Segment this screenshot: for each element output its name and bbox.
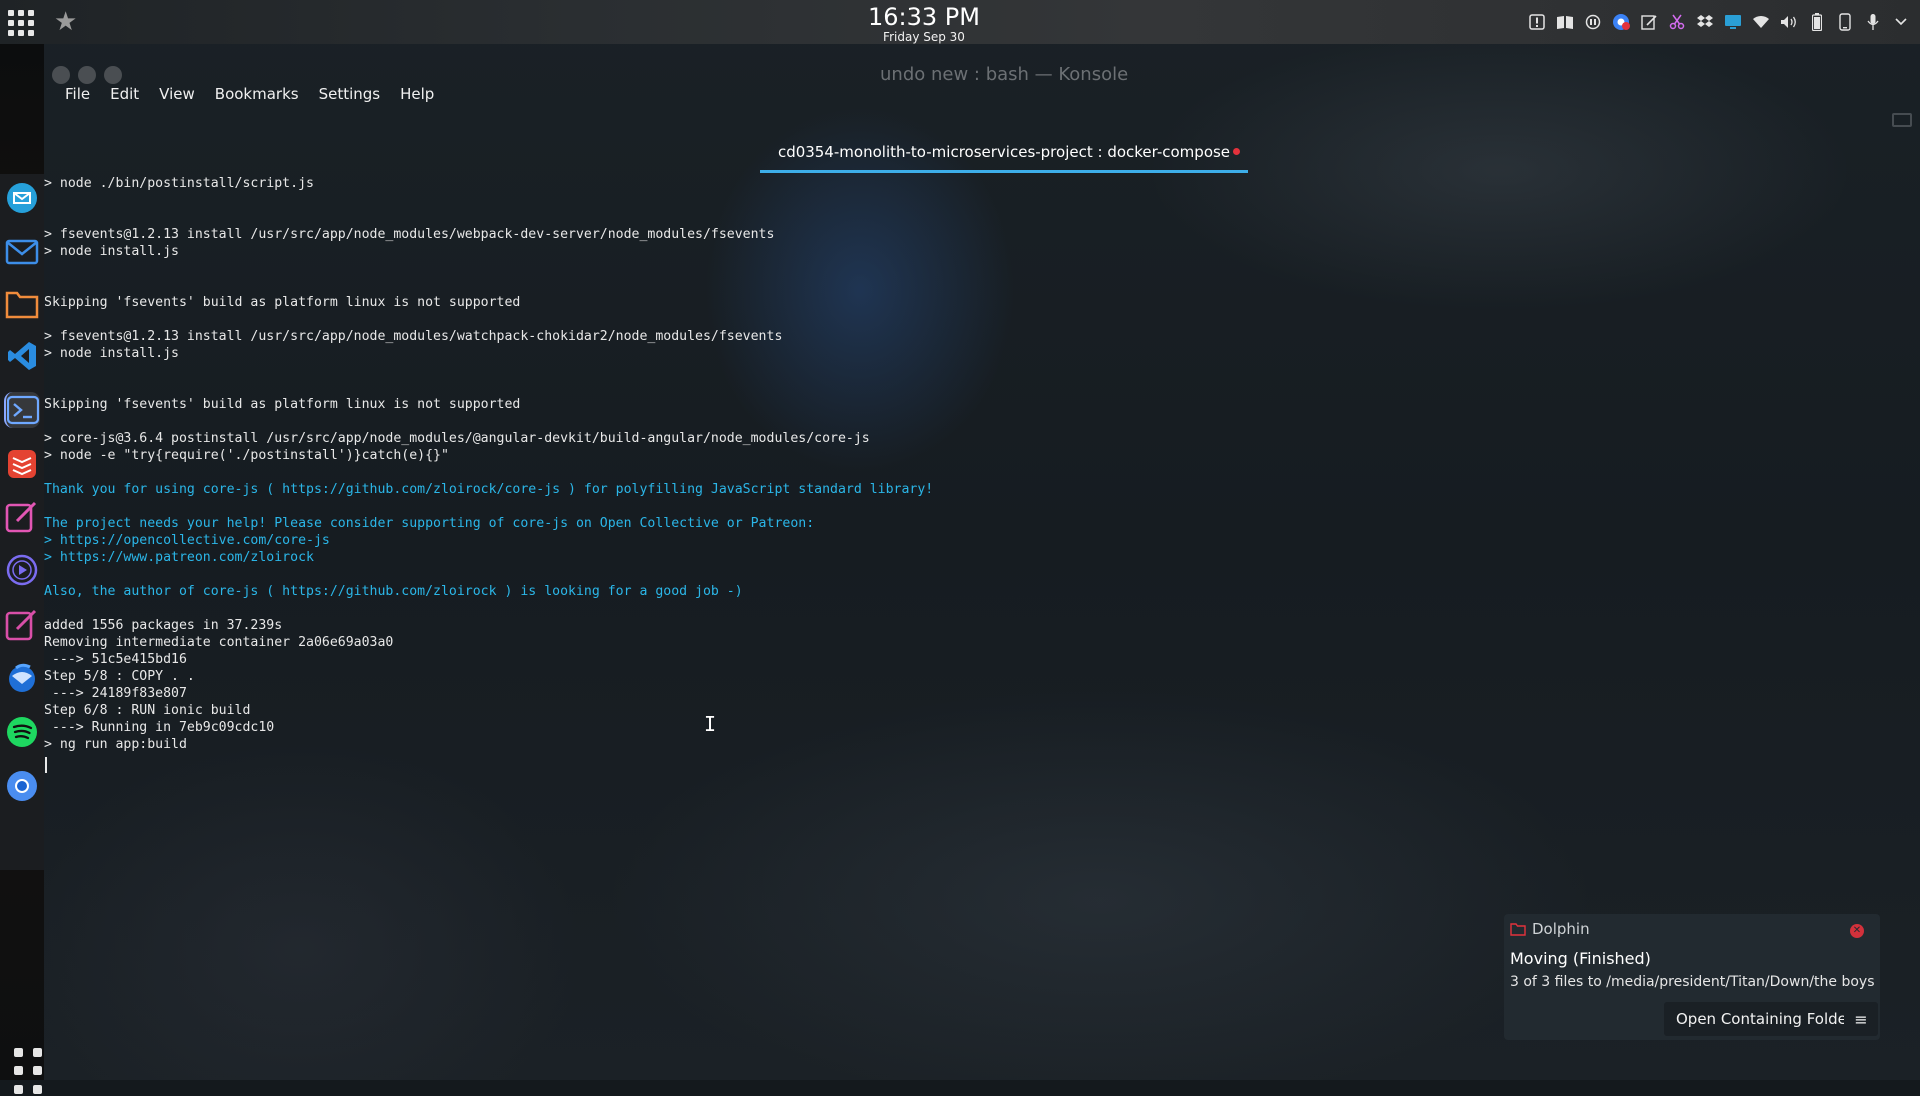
app-dock [0, 44, 44, 1094]
thunderbird-icon[interactable] [4, 660, 40, 696]
todoist-icon[interactable] [4, 446, 40, 482]
mail-client-icon[interactable] [4, 180, 40, 216]
mail-icon[interactable] [4, 234, 40, 270]
terminal-line: > core-js@3.6.4 postinstall /usr/src/app… [44, 431, 870, 446]
favorites-star-icon[interactable]: ★ [54, 8, 77, 36]
scissors-icon[interactable] [1667, 13, 1686, 32]
notification-title: Moving (Finished) [1510, 949, 1651, 968]
chromium-icon[interactable] [4, 768, 40, 804]
app-launcher-icon[interactable] [6, 8, 36, 38]
terminal-line: Removing intermediate container 2a06e69a… [44, 635, 394, 650]
hamburger-menu-icon[interactable]: ≡ [1844, 1002, 1878, 1036]
activity-indicator-icon [1233, 148, 1240, 155]
spotify-icon[interactable] [4, 714, 40, 750]
terminal-line: > https://opencollective.com/core-js [44, 533, 330, 548]
open-containing-folder-button[interactable]: Open Containing Folder [1664, 1002, 1866, 1036]
notes-icon[interactable] [1639, 13, 1658, 32]
files-icon[interactable] [4, 286, 40, 322]
terminal-line: Step 6/8 : RUN ionic build [44, 703, 251, 718]
terminal-line: ---> Running in 7eb9c09cdc10 [44, 720, 275, 735]
tab-bar: cd0354-monolith-to-microservices-project… [44, 99, 1920, 177]
battery-icon[interactable] [1807, 13, 1826, 32]
terminal-line: > https://www.patreon.com/zloirock [44, 550, 314, 565]
terminal-cursor [45, 757, 47, 773]
terminal-line: > node -e "try{require('./postinstall')}… [44, 448, 449, 463]
terminal-line: Skipping 'fsevents' build as platform li… [44, 397, 521, 412]
book-icon[interactable] [1555, 13, 1574, 32]
terminal-icon[interactable] [4, 392, 40, 428]
draw-icon[interactable] [4, 606, 40, 642]
terminal-line: Also, the author of core-js ( https://gi… [44, 584, 743, 599]
top-panel: ★ 16:33 PM Friday Sep 30 [0, 0, 1920, 44]
tab-docker-compose[interactable]: cd0354-monolith-to-microservices-project… [760, 137, 1248, 173]
notification-app-name: Dolphin [1532, 920, 1590, 938]
alert-icon[interactable] [1527, 13, 1546, 32]
volume-icon[interactable] [1779, 13, 1798, 32]
clock-date: Friday Sep 30 [883, 30, 965, 44]
dolphin-notification[interactable]: Dolphin ✕ Moving (Finished) 3 of 3 files… [1504, 914, 1880, 1040]
notification-app: Dolphin [1510, 920, 1590, 938]
folder-icon [1510, 923, 1526, 936]
mouse-ibeam-cursor-icon: I [704, 712, 717, 736]
clock-time: 16:33 PM [868, 3, 980, 31]
system-tray [1527, 10, 1910, 34]
clock-widget[interactable]: 16:33 PM Friday Sep 30 [824, 3, 1024, 43]
terminal-line: The project needs your help! Please cons… [44, 516, 815, 531]
media-player-icon[interactable] [4, 552, 40, 588]
chevron-down-icon[interactable] [1891, 13, 1910, 32]
terminal-line: ---> 24189f83e807 [44, 686, 187, 701]
terminal-line: > node ./bin/postinstall/script.js [44, 176, 314, 191]
chrome-badge-icon[interactable] [1611, 13, 1630, 32]
terminal-line: > ng run app:build [44, 737, 187, 752]
wifi-icon[interactable] [1751, 13, 1770, 32]
terminal-line: Step 5/8 : COPY . . [44, 669, 195, 684]
terminal-line: added 1556 packages in 37.239s [44, 618, 283, 633]
notes-pen-icon[interactable] [4, 498, 40, 534]
tab-label: cd0354-monolith-to-microservices-project… [777, 143, 1231, 161]
phone-icon[interactable] [1835, 13, 1854, 32]
terminal-line: > fsevents@1.2.13 install /usr/src/app/n… [44, 227, 775, 242]
dropbox-icon[interactable] [1695, 13, 1714, 32]
show-applications-icon[interactable] [14, 1048, 44, 1096]
notification-body: 3 of 3 files to /media/president/Titan/D… [1510, 974, 1875, 990]
close-notification-icon[interactable]: ✕ [1850, 924, 1864, 938]
display-icon[interactable] [1723, 13, 1742, 32]
microphone-icon[interactable] [1863, 13, 1882, 32]
media-icon[interactable] [1583, 13, 1602, 32]
terminal-line: Thank you for using core-js ( https://gi… [44, 482, 934, 497]
terminal-line: Skipping 'fsevents' build as platform li… [44, 295, 521, 310]
split-view-icon[interactable] [1892, 113, 1912, 127]
vscode-icon[interactable] [4, 338, 40, 374]
terminal-line: ---> 51c5e415bd16 [44, 652, 187, 667]
terminal-line: > fsevents@1.2.13 install /usr/src/app/n… [44, 329, 783, 344]
terminal-line: > node install.js [44, 244, 179, 259]
terminal-line: > node install.js [44, 346, 179, 361]
